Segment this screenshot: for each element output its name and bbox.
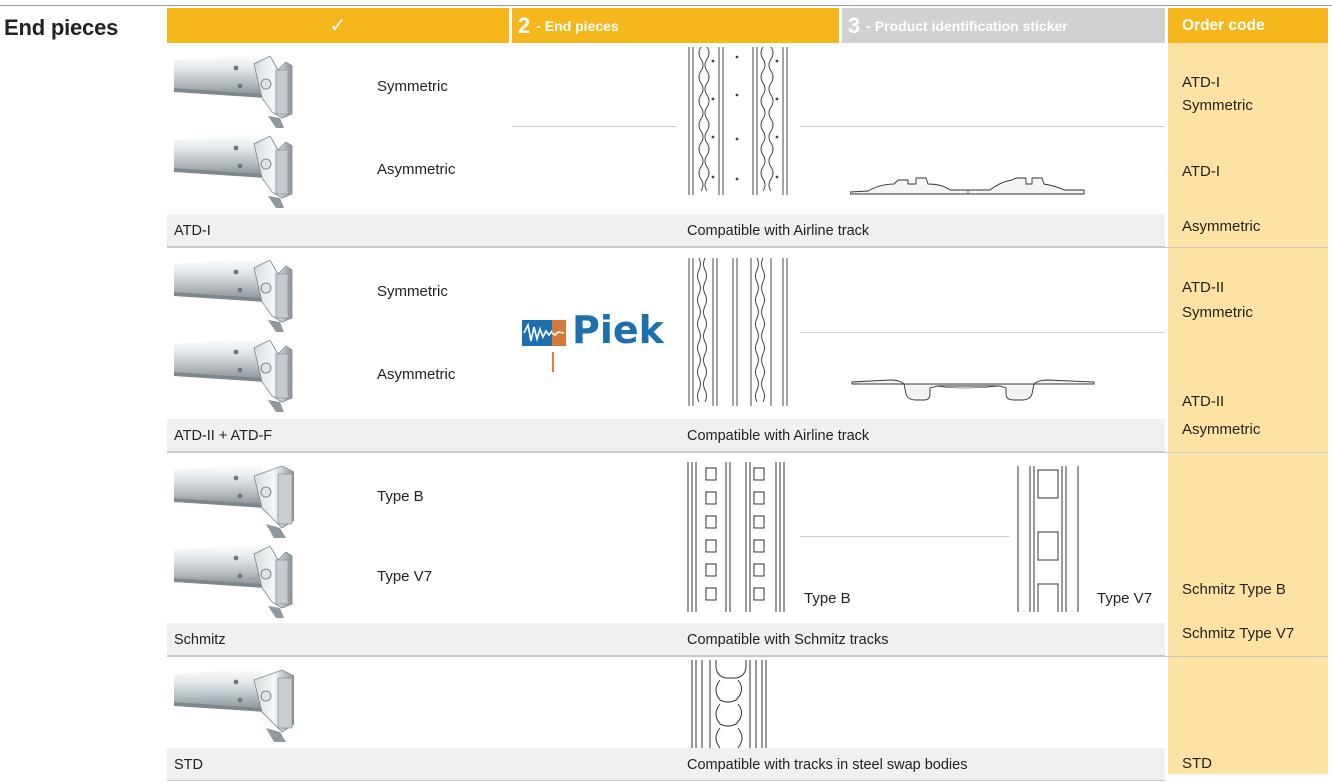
compatibility-note: Compatible with Airline track (687, 223, 870, 239)
end-piece-photo (173, 48, 294, 130)
schmitz-track-drawing (686, 462, 790, 617)
order-code: Asymmetric (1182, 421, 1261, 438)
step-number: 3 (848, 12, 861, 38)
check-icon: ✓ (329, 15, 347, 37)
compatibility-note: Compatible with Airline track (687, 428, 870, 444)
variant-label: Symmetric (377, 283, 448, 300)
variant-label: Asymmetric (377, 161, 456, 178)
order-code: ATD-II (1182, 279, 1225, 296)
group-divider (167, 656, 1328, 657)
divider (800, 126, 1165, 127)
end-piece-photo (173, 458, 295, 540)
airline-track-drawing (687, 46, 791, 200)
order-code: ATD-II (1182, 393, 1225, 410)
header-step-2: 2 - End pieces (512, 8, 839, 43)
group-name: Schmitz (174, 632, 226, 648)
group-name: STD (174, 757, 203, 773)
divider (512, 126, 677, 127)
variant-label: Type B (377, 488, 424, 505)
step-label: - End pieces (536, 17, 619, 34)
schmitz-track-drawing (1016, 466, 1080, 617)
end-piece-photo (173, 662, 295, 744)
order-code: ATD-I (1182, 163, 1221, 180)
order-code: STD (1182, 755, 1212, 772)
track-profile-drawing (849, 172, 1086, 203)
variant-label: Symmetric (377, 78, 448, 95)
group-band (167, 748, 1165, 781)
group-divider (167, 452, 1328, 453)
airline-track-drawing (687, 257, 791, 411)
variant-label: Asymmetric (377, 366, 456, 383)
step-label: - Product identification sticker (866, 17, 1068, 34)
group-name: ATD-II + ATD-F (174, 428, 273, 444)
order-code: Schmitz Type V7 (1182, 625, 1295, 642)
piek-logo: Piek (522, 300, 670, 372)
order-code: Schmitz Type B (1182, 581, 1286, 598)
group-band (167, 623, 1165, 656)
divider (800, 332, 1165, 333)
end-piece-photo (173, 128, 294, 210)
end-piece-photo (173, 252, 294, 334)
group-band (167, 419, 1165, 452)
order-code: Asymmetric (1182, 218, 1261, 235)
track-type-label: Type B (804, 590, 851, 607)
section-title: End pieces (4, 15, 119, 40)
top-rule (0, 5, 1332, 6)
step-number: 2 (518, 12, 531, 38)
wave-icon (522, 320, 566, 346)
group-divider (167, 247, 1328, 248)
end-piece-photo (173, 538, 294, 620)
compatibility-note: Compatible with tracks in steel swap bod… (687, 757, 968, 773)
compatibility-note: Compatible with Schmitz tracks (687, 632, 889, 648)
group-band (167, 214, 1165, 247)
end-piece-photo (173, 332, 294, 414)
order-code: ATD-I (1182, 74, 1221, 91)
track-profile-drawing (850, 374, 1096, 409)
divider (800, 536, 1010, 537)
header-step-1: ✓ (167, 8, 509, 43)
variant-label: Type V7 (377, 568, 433, 585)
logo-accent-line (552, 352, 554, 372)
order-code: Symmetric (1182, 97, 1253, 114)
track-type-label: Type V7 (1097, 590, 1153, 607)
group-name: ATD-I (174, 223, 211, 239)
header-step-3: 3 - Product identification sticker (842, 8, 1165, 43)
steel-track-drawing (690, 660, 780, 753)
order-code: Symmetric (1182, 304, 1253, 321)
header-order-code: Order code (1168, 8, 1328, 43)
